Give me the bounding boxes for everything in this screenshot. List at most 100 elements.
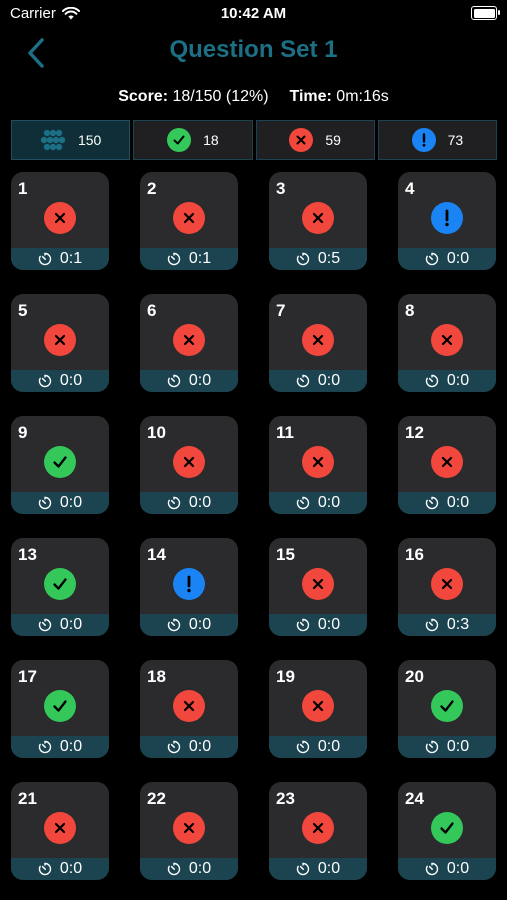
- question-number: 15: [276, 545, 295, 564]
- question-time: 0:0: [317, 372, 341, 389]
- status-time: 10:42 AM: [220, 5, 287, 22]
- timer-icon: [38, 740, 51, 754]
- question-card[interactable]: 12 0:0: [398, 416, 496, 514]
- incorrect-icon: [431, 568, 463, 600]
- question-card[interactable]: 8 0:0: [398, 294, 496, 392]
- filter-count-all: 150: [77, 132, 102, 148]
- correct-icon: [44, 690, 76, 722]
- filter-tab-unanswered[interactable]: 73: [377, 120, 497, 160]
- question-card[interactable]: 1 0:1: [11, 172, 109, 270]
- timer-icon: [425, 618, 438, 632]
- question-time: 0:0: [317, 494, 341, 511]
- timer-icon: [296, 618, 309, 632]
- question-timer: 0:0: [11, 858, 109, 880]
- question-card[interactable]: 11 0:0: [269, 416, 367, 514]
- time-value: 0m:16s: [336, 88, 389, 105]
- timer-icon: [38, 252, 51, 266]
- question-time: 0:0: [446, 494, 470, 511]
- page-title: Question Set 1: [169, 36, 338, 63]
- time-label: Time:: [289, 88, 332, 105]
- unanswered-icon: [173, 568, 205, 600]
- question-card[interactable]: 18 0:0: [140, 660, 238, 758]
- question-time: 0:0: [317, 860, 341, 877]
- question-card[interactable]: 4 0:0: [398, 172, 496, 270]
- question-number: 11: [276, 423, 294, 442]
- incorrect-icon: [302, 202, 334, 234]
- question-number: 6: [147, 301, 157, 320]
- question-number: 9: [18, 423, 28, 442]
- question-timer: 0:5: [269, 248, 367, 270]
- question-time: 0:0: [446, 372, 470, 389]
- timer-icon: [167, 618, 180, 632]
- question-card[interactable]: 15 0:0: [269, 538, 367, 636]
- incorrect-icon: [302, 812, 334, 844]
- question-timer: 0:0: [140, 370, 238, 392]
- timer-icon: [38, 618, 51, 632]
- question-number: 10: [147, 423, 166, 442]
- unanswered-icon: [431, 202, 463, 234]
- question-card[interactable]: 16 0:3: [398, 538, 496, 636]
- question-number: 12: [405, 423, 424, 442]
- question-card[interactable]: 19 0:0: [269, 660, 367, 758]
- question-number: 19: [276, 667, 295, 686]
- incorrect-icon: [289, 128, 314, 152]
- timer-icon: [425, 496, 438, 510]
- question-number: 17: [18, 667, 37, 686]
- question-number: 7: [276, 301, 286, 320]
- timer-icon: [425, 862, 438, 876]
- question-timer: 0:0: [269, 492, 367, 514]
- question-card[interactable]: 3 0:5: [269, 172, 367, 270]
- question-card[interactable]: 6 0:0: [140, 294, 238, 392]
- question-number: 14: [147, 545, 166, 564]
- question-time: 0:0: [188, 372, 212, 389]
- timer-icon: [38, 374, 51, 388]
- question-timer: 0:1: [140, 248, 238, 270]
- question-card[interactable]: 20 0:0: [398, 660, 496, 758]
- timer-icon: [38, 496, 51, 510]
- question-time: 0:0: [59, 494, 83, 511]
- question-number: 13: [18, 545, 37, 564]
- question-number: 22: [147, 789, 166, 808]
- question-timer: 0:0: [140, 736, 238, 758]
- correct-icon: [44, 446, 76, 478]
- timer-icon: [296, 252, 309, 266]
- filter-tab-correct[interactable]: 18: [133, 120, 253, 160]
- question-card[interactable]: 7 0:0: [269, 294, 367, 392]
- incorrect-icon: [173, 446, 205, 478]
- nav-bar: Question Set 1: [0, 32, 507, 76]
- correct-icon: [167, 128, 192, 152]
- question-card[interactable]: 10 0:0: [140, 416, 238, 514]
- question-card[interactable]: 5 0:0: [11, 294, 109, 392]
- question-card[interactable]: 22 0:0: [140, 782, 238, 880]
- question-number: 16: [405, 545, 424, 564]
- question-number: 3: [276, 179, 286, 198]
- question-card[interactable]: 13 0:0: [11, 538, 109, 636]
- incorrect-icon: [302, 446, 334, 478]
- question-timer: 0:0: [11, 614, 109, 636]
- question-card[interactable]: 21 0:0: [11, 782, 109, 880]
- filter-tab-all[interactable]: 150: [11, 120, 131, 160]
- timer-icon: [296, 740, 309, 754]
- timer-icon: [425, 374, 438, 388]
- question-timer: 0:0: [398, 248, 496, 270]
- question-number: 1: [18, 179, 28, 198]
- question-card[interactable]: 9 0:0: [11, 416, 109, 514]
- question-card[interactable]: 24 0:0: [398, 782, 496, 880]
- question-card[interactable]: 23 0:0: [269, 782, 367, 880]
- question-card[interactable]: 14 0:0: [140, 538, 238, 636]
- correct-icon: [431, 690, 463, 722]
- question-card[interactable]: 2 0:1: [140, 172, 238, 270]
- question-time: 0:3: [446, 616, 470, 633]
- filter-tab-incorrect[interactable]: 59: [255, 120, 375, 160]
- question-card[interactable]: 17 0:0: [11, 660, 109, 758]
- question-timer: 0:0: [398, 858, 496, 880]
- incorrect-icon: [431, 324, 463, 356]
- incorrect-icon: [44, 812, 76, 844]
- incorrect-icon: [302, 690, 334, 722]
- filter-count-incorrect: 59: [325, 132, 341, 148]
- question-number: 8: [405, 301, 415, 320]
- all-questions-icon: [40, 129, 66, 151]
- incorrect-icon: [44, 324, 76, 356]
- correct-icon: [431, 812, 463, 844]
- question-number: 24: [405, 789, 424, 808]
